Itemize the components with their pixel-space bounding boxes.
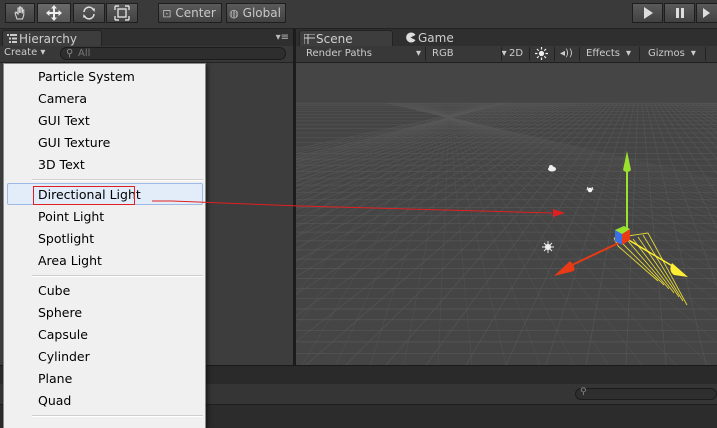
scale-icon bbox=[114, 5, 130, 21]
game-tab-label: Game bbox=[418, 31, 454, 45]
hierarchy-list-icon bbox=[7, 34, 17, 43]
effects-dropdown[interactable]: Effects ▾ bbox=[586, 47, 631, 61]
pivot-center-button[interactable]: ⊡ Center bbox=[158, 3, 222, 23]
menu-separator bbox=[32, 275, 203, 277]
scene-tab-label: Scene bbox=[316, 32, 353, 46]
scene-viewport[interactable] bbox=[296, 63, 717, 365]
menu-item-gui-texture[interactable]: GUI Texture bbox=[38, 132, 110, 154]
menu-item-cube[interactable]: Cube bbox=[38, 280, 70, 302]
game-pacman-icon bbox=[406, 32, 416, 43]
global-label: Global bbox=[242, 6, 281, 20]
sun-icon bbox=[535, 47, 548, 60]
menu-item-gui-text[interactable]: GUI Text bbox=[38, 110, 90, 132]
hierarchy-toolbar: Create ▾ ⚲ All bbox=[0, 46, 293, 63]
pause-button[interactable] bbox=[664, 3, 695, 23]
menu-item-particle-system[interactable]: Particle System bbox=[38, 66, 135, 88]
main-toolbar: ⊡ Center ◍ Global bbox=[0, 0, 717, 29]
scene-grid-icon bbox=[304, 34, 315, 44]
tab-scene[interactable]: Scene bbox=[299, 30, 393, 46]
pivot-global-button[interactable]: ◍ Global bbox=[226, 3, 286, 23]
menu-item-camera[interactable]: Camera bbox=[38, 88, 87, 110]
play-button[interactable] bbox=[632, 3, 663, 23]
globe-icon: ◍ bbox=[229, 6, 239, 20]
move-arrows-icon bbox=[46, 5, 62, 21]
play-icon bbox=[643, 7, 653, 19]
speaker-icon: ◂)) bbox=[560, 48, 573, 59]
scene-toolbar: Render Paths ▾ RGB ▾ 2D ◂)) Effects ▾ Gizmo… bbox=[296, 46, 717, 63]
search-placeholder: All bbox=[78, 48, 91, 59]
rgb-dropdown[interactable]: RGB ▾ bbox=[432, 47, 507, 61]
menu-item-3d-text[interactable]: 3D Text bbox=[38, 154, 85, 176]
create-menu: Particle System Camera GUI Text GUI Text… bbox=[3, 63, 206, 428]
effects-label: Effects bbox=[586, 48, 620, 59]
hierarchy-search-input[interactable]: ⚲ All bbox=[60, 47, 286, 60]
dropdown-arrow-icon: ▾ bbox=[626, 48, 632, 59]
render-paths-dropdown[interactable]: Render Paths ▾ bbox=[306, 47, 421, 61]
hierarchy-tab-label: Hierarchy bbox=[19, 32, 78, 46]
dropdown-arrow-icon: ▾ bbox=[501, 48, 507, 59]
rotate-icon bbox=[83, 6, 95, 20]
project-search-input[interactable]: ⚲ bbox=[575, 387, 717, 400]
menu-item-plane[interactable]: Plane bbox=[38, 368, 72, 390]
gizmos-dropdown[interactable]: Gizmos ▾ bbox=[648, 47, 696, 61]
pause-icon bbox=[675, 8, 684, 18]
scene-tabbar: Scene Game bbox=[296, 29, 717, 46]
step-button[interactable] bbox=[696, 3, 717, 23]
menu-item-area-light[interactable]: Area Light bbox=[38, 250, 102, 272]
hand-icon bbox=[14, 6, 25, 20]
menu-item-capsule[interactable]: Capsule bbox=[38, 324, 88, 346]
menu-item-point-light[interactable]: Point Light bbox=[38, 206, 104, 228]
annotation-box bbox=[33, 186, 135, 205]
hand-tool-button[interactable] bbox=[5, 3, 35, 23]
audio-toggle[interactable]: ◂)) bbox=[560, 47, 573, 61]
tab-hierarchy[interactable]: Hierarchy bbox=[2, 30, 102, 46]
menu-item-sphere[interactable]: Sphere bbox=[38, 302, 82, 324]
menu-item-quad[interactable]: Quad bbox=[38, 390, 71, 412]
rgb-label: RGB bbox=[432, 48, 454, 59]
create-dropdown[interactable]: Create ▾ bbox=[4, 47, 45, 58]
tab-game[interactable]: Game bbox=[402, 30, 472, 46]
menu-separator bbox=[32, 179, 203, 181]
center-label: Center bbox=[175, 6, 216, 20]
scale-tool-button[interactable] bbox=[106, 3, 138, 23]
gizmos-label: Gizmos bbox=[648, 48, 685, 59]
menu-item-spotlight[interactable]: Spotlight bbox=[38, 228, 94, 250]
search-icon: ⚲ bbox=[66, 48, 74, 59]
menu-item-cylinder[interactable]: Cylinder bbox=[38, 346, 90, 368]
dropdown-arrow-icon: ▾ bbox=[415, 48, 421, 59]
menu-separator bbox=[32, 415, 203, 417]
step-icon bbox=[703, 8, 710, 18]
move-tool-button[interactable] bbox=[37, 3, 71, 23]
dropdown-arrow-icon: ▾ bbox=[690, 48, 696, 59]
2d-toggle[interactable]: 2D bbox=[509, 47, 523, 61]
hierarchy-tabbar: Hierarchy ▾≡ bbox=[0, 29, 293, 46]
scene-panel: Scene Game Render Paths ▾ RGB ▾ 2D ◂)) Eff… bbox=[296, 29, 717, 365]
render-paths-label: Render Paths bbox=[306, 48, 372, 59]
lighting-toggle[interactable] bbox=[535, 47, 548, 61]
panel-menu-icon[interactable]: ▾≡ bbox=[276, 32, 289, 43]
rotate-tool-button[interactable] bbox=[73, 3, 105, 23]
search-icon: ⚲ bbox=[580, 387, 587, 397]
center-pivot-icon: ⊡ bbox=[162, 6, 172, 20]
